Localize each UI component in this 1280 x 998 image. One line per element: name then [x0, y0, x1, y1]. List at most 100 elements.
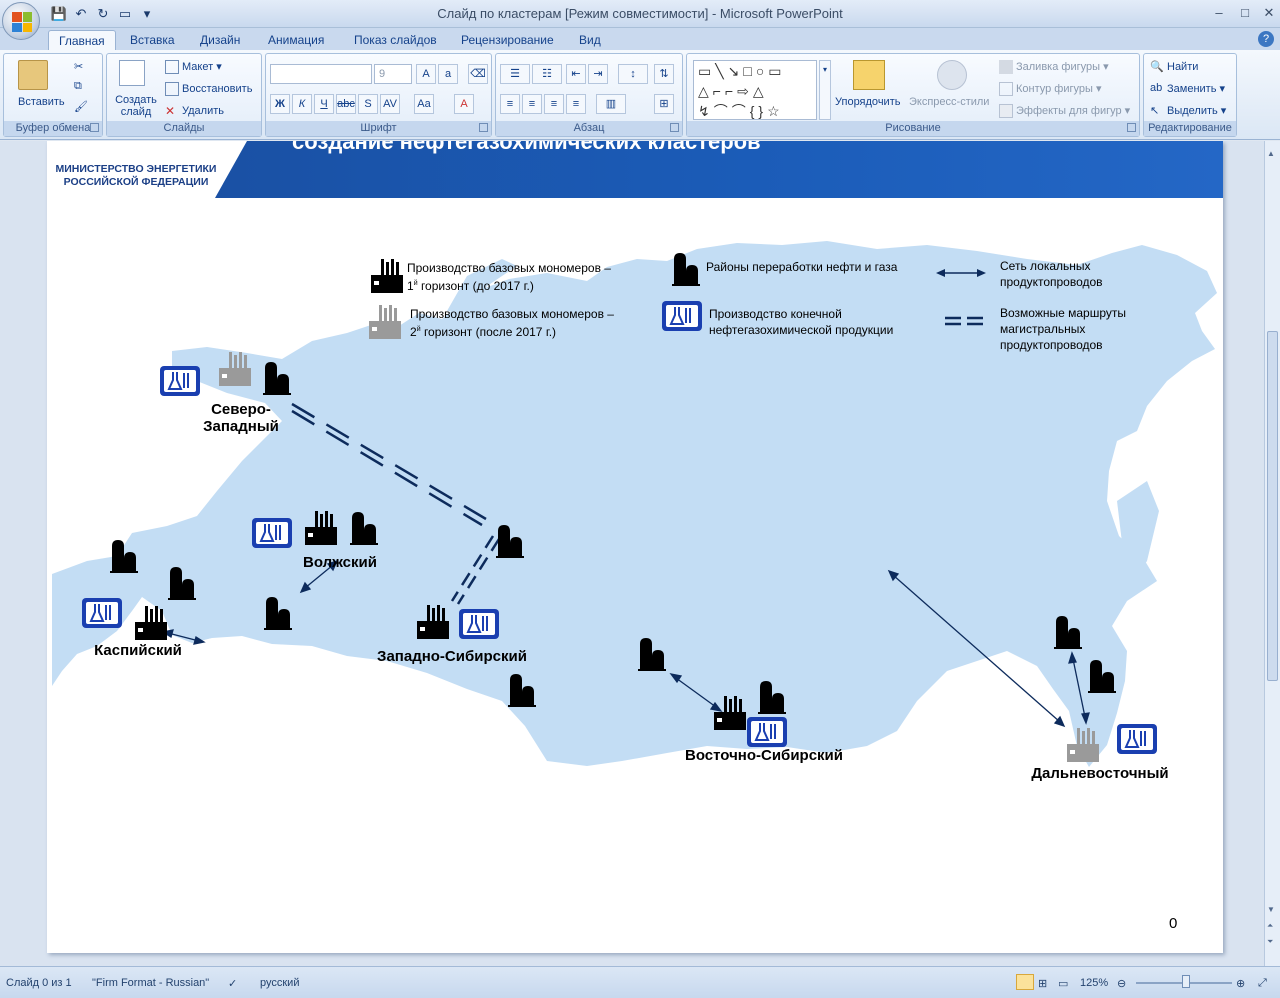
shapes-scroll[interactable]: ▾ [819, 60, 831, 120]
tab-animation[interactable]: Анимация [258, 30, 334, 50]
line-spacing-button[interactable]: ↕ [618, 64, 648, 84]
ribbon: Вставить ✂ ⧉ 🖌 Буфер обмена Создать слай… [0, 50, 1280, 140]
zoom-level[interactable]: 125% [1080, 977, 1108, 989]
slide[interactable]: МИНИСТЕРСТВО ЭНЕРГЕТИКИ РОССИЙСКОЙ ФЕДЕР… [47, 141, 1223, 953]
group-label: Рисование [687, 121, 1139, 136]
increase-indent-button[interactable]: ⇥ [588, 64, 608, 84]
theme-name[interactable]: "Firm Format - Russian" [92, 977, 209, 989]
group-slides: Создать слайд Макет ▾ Восстановить ✕ Удал… [106, 53, 262, 137]
arrange-icon[interactable] [853, 60, 885, 90]
strike-button[interactable]: abc [336, 94, 356, 114]
group-label: Шрифт [266, 121, 491, 136]
align-left-button[interactable]: ≡ [500, 94, 520, 114]
tab-slideshow[interactable]: Показ слайдов [344, 30, 447, 50]
launcher-icon[interactable] [90, 123, 99, 132]
delete-slide-button[interactable]: ✕ Удалить [165, 104, 224, 118]
legend-factory-grey-icon [369, 305, 401, 339]
tab-design[interactable]: Дизайн [190, 30, 250, 50]
replace-button[interactable]: ab Заменить ▾ [1150, 82, 1225, 96]
scroll-thumb[interactable] [1267, 331, 1278, 681]
spellcheck-icon[interactable]: ✓ [228, 977, 237, 990]
cut-icon[interactable]: ✂ [74, 60, 83, 73]
maximize-button[interactable]: □ [1234, 4, 1256, 22]
office-button[interactable] [2, 2, 40, 40]
slide-page-number: 0 [1169, 915, 1178, 932]
zoom-in-icon[interactable]: ⊕ [1236, 977, 1245, 990]
group-clipboard: Вставить ✂ ⧉ 🖌 Буфер обмена [3, 53, 103, 137]
shape-effects-button[interactable]: Эффекты для фигур ▾ [999, 104, 1130, 119]
font-size-field[interactable]: 9 [374, 64, 412, 84]
new-slide-icon[interactable] [119, 60, 145, 86]
decrease-indent-button[interactable]: ⇤ [566, 64, 586, 84]
flask-icon [459, 609, 499, 639]
window-title: Слайд по кластерам [Режим совместимости]… [437, 6, 843, 21]
next-slide-icon[interactable]: ⏷ [1267, 937, 1278, 949]
new-slide-button[interactable]: Создать слайд [113, 94, 159, 118]
font-color-button[interactable]: A [454, 94, 474, 114]
arrange-button[interactable]: Упорядочить [835, 96, 900, 108]
scroll-up-icon[interactable]: ▲ [1267, 149, 1278, 161]
language-indicator[interactable]: русский [260, 977, 299, 989]
tab-home[interactable]: Главная [48, 30, 116, 50]
case-button[interactable]: Aa [414, 94, 434, 114]
help-icon[interactable]: ? [1258, 31, 1274, 47]
justify-button[interactable]: ≡ [566, 94, 586, 114]
format-painter-icon[interactable]: 🖌 [74, 100, 88, 113]
quick-styles-icon[interactable] [937, 60, 967, 90]
minimize-button[interactable]: – [1208, 4, 1230, 22]
shadow-button[interactable]: S [358, 94, 378, 114]
grow-font-button[interactable]: A [416, 64, 436, 84]
legend-factory-black-icon [371, 259, 403, 293]
copy-icon[interactable]: ⧉ [74, 80, 82, 93]
select-button[interactable]: ↖ Выделить ▾ [1150, 104, 1226, 118]
tab-review[interactable]: Рецензирование [451, 30, 564, 50]
find-button[interactable]: 🔍 Найти [1150, 60, 1198, 74]
quick-styles-button[interactable]: Экспресс-стили [909, 96, 989, 108]
vertical-scrollbar[interactable]: ▲ ▼ ⏶ ⏷ [1264, 141, 1280, 966]
group-label: Абзац [496, 121, 682, 136]
slide-sorter-icon[interactable]: ⊞ [1038, 977, 1047, 990]
shape-fill-button[interactable]: Заливка фигуры ▾ [999, 60, 1109, 75]
underline-button[interactable]: Ч [314, 94, 334, 114]
layout-button[interactable]: Макет ▾ [165, 60, 222, 75]
launcher-icon[interactable] [1127, 123, 1136, 132]
align-right-button[interactable]: ≡ [544, 94, 564, 114]
scroll-down-icon[interactable]: ▼ [1267, 905, 1278, 917]
align-center-button[interactable]: ≡ [522, 94, 542, 114]
bullets-button[interactable]: ☰ [500, 64, 530, 84]
paste-button[interactable]: Вставить [18, 96, 65, 108]
reading-view-icon[interactable]: ▭ [1058, 977, 1068, 990]
launcher-icon[interactable] [479, 123, 488, 132]
shapes-gallery[interactable]: ▭╲↘□○▭ △⌐⌐⇨△ ↯⌒⌒{}☆ [693, 60, 817, 120]
fit-to-window-icon[interactable]: ⤢ [1258, 977, 1267, 990]
cluster-volga-label: Волжский [303, 554, 377, 571]
slide-canvas: МИНИСТЕРСТВО ЭНЕРГЕТИКИ РОССИЙСКОЙ ФЕДЕР… [0, 141, 1264, 966]
italic-button[interactable]: К [292, 94, 312, 114]
tab-insert[interactable]: Вставка [120, 30, 185, 50]
spacing-button[interactable]: AV [380, 94, 400, 114]
legend-mono1-text: Производство базовых мономеров –1й гориз… [407, 261, 611, 293]
zoom-slider-thumb[interactable] [1182, 975, 1190, 988]
clear-format-button[interactable]: ⌫ [468, 64, 488, 84]
reset-button[interactable]: Восстановить [165, 82, 252, 96]
group-label: Слайды [107, 121, 261, 136]
smartart-button[interactable]: ⊞ [654, 94, 674, 114]
shape-outline-button[interactable]: Контур фигуры ▾ [999, 82, 1102, 97]
columns-button[interactable]: ▥ [596, 94, 626, 114]
prev-slide-icon[interactable]: ⏶ [1267, 921, 1278, 933]
zoom-out-icon[interactable]: ⊖ [1117, 977, 1126, 990]
paste-icon[interactable] [18, 60, 48, 90]
tab-view[interactable]: Вид [569, 30, 611, 50]
close-button[interactable]: ✕ [1258, 4, 1280, 22]
cluster-east-siberia-label: Восточно-Сибирский [685, 747, 843, 764]
launcher-icon[interactable] [670, 123, 679, 132]
text-direction-button[interactable]: ⇅ [654, 64, 674, 84]
group-editing: 🔍 Найти ab Заменить ▾ ↖ Выделить ▾ Редактир… [1143, 53, 1237, 137]
numbering-button[interactable]: ☷ [532, 64, 562, 84]
factory-icon [135, 606, 167, 640]
font-name-field[interactable] [270, 64, 372, 84]
ministry-name: МИНИСТЕРСТВО ЭНЕРГЕТИКИ РОССИЙСКОЙ ФЕДЕР… [55, 163, 217, 188]
bold-button[interactable]: Ж [270, 94, 290, 114]
shrink-font-button[interactable]: a [438, 64, 458, 84]
normal-view-icon[interactable] [1016, 974, 1034, 990]
